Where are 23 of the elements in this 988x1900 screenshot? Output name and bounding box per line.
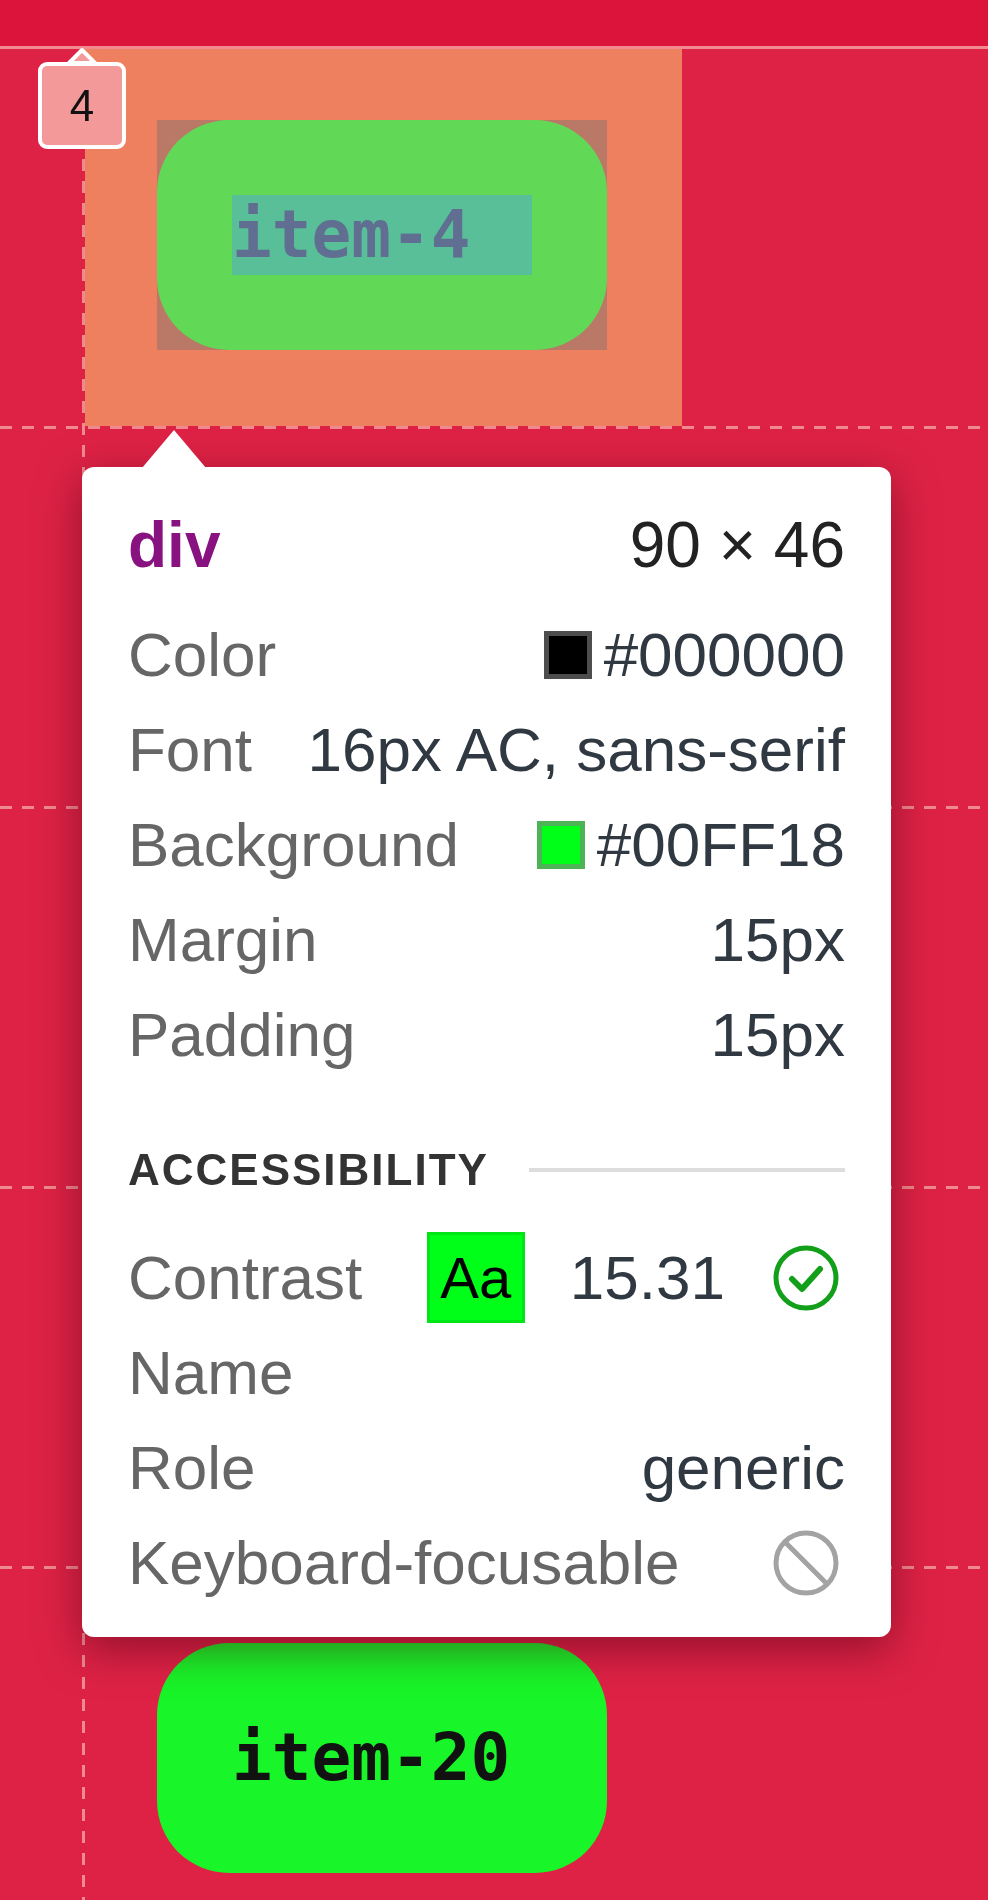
property-value: 15px xyxy=(710,904,845,975)
property-label: Padding xyxy=(128,999,356,1070)
item-pill: item-20 xyxy=(157,1643,607,1873)
property-value: #000000 xyxy=(603,619,845,690)
section-title: ACCESSIBILITY xyxy=(128,1145,489,1195)
property-label: Color xyxy=(128,619,277,690)
property-value: 16px AC, sans-serif xyxy=(307,714,845,785)
property-value: 15px xyxy=(710,999,845,1070)
element-size: 90 × 46 xyxy=(629,508,845,582)
property-label: Contrast xyxy=(128,1242,363,1313)
property-value: #00FF18 xyxy=(596,809,845,880)
property-value: generic xyxy=(641,1432,845,1503)
property-label: Name xyxy=(128,1337,294,1408)
property-label: Margin xyxy=(128,904,318,975)
property-label: Font xyxy=(128,714,253,785)
index-badge: 4 xyxy=(38,62,126,149)
item-label: item-4 xyxy=(232,195,532,275)
element-tag: div xyxy=(128,508,221,582)
contrast-ratio: 15.31 xyxy=(569,1242,725,1313)
property-label: Background xyxy=(128,809,459,880)
property-label: Keyboard-focusable xyxy=(128,1527,680,1598)
contrast-sample: Aa xyxy=(426,1232,525,1323)
property-label: Role xyxy=(128,1432,256,1503)
